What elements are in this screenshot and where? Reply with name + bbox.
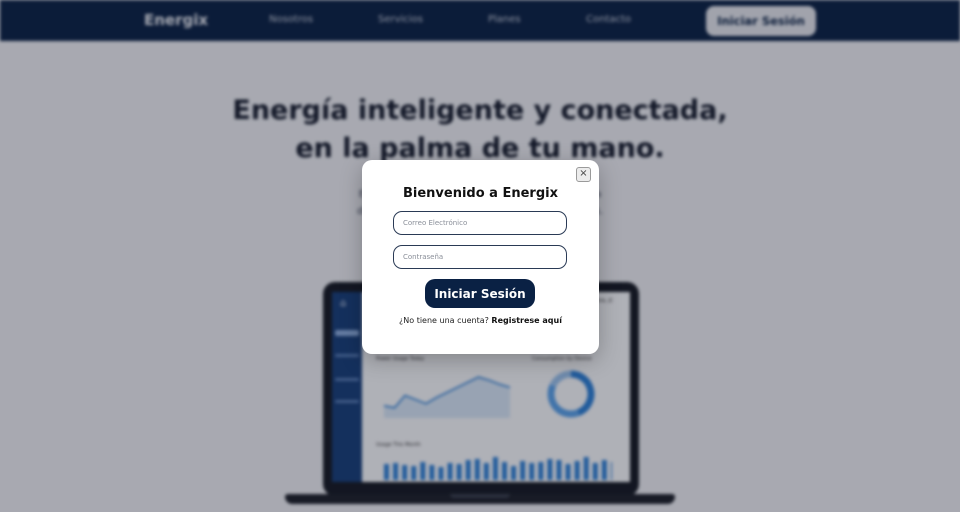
email-field[interactable]	[393, 211, 567, 235]
password-field[interactable]	[393, 245, 567, 269]
login-modal: × Bienvenido a Energix Iniciar Sesión ¿N…	[362, 160, 599, 354]
login-submit-button[interactable]: Iniciar Sesión	[425, 279, 535, 308]
modal-title: Bienvenido a Energix	[402, 186, 558, 201]
register-prompt: ¿No tiene una cuenta? Registrese aquí	[362, 316, 599, 325]
register-prompt-text: ¿No tiene una cuenta?	[399, 316, 489, 325]
register-link[interactable]: Registrese aquí	[491, 316, 562, 325]
close-icon[interactable]: ×	[576, 167, 591, 182]
